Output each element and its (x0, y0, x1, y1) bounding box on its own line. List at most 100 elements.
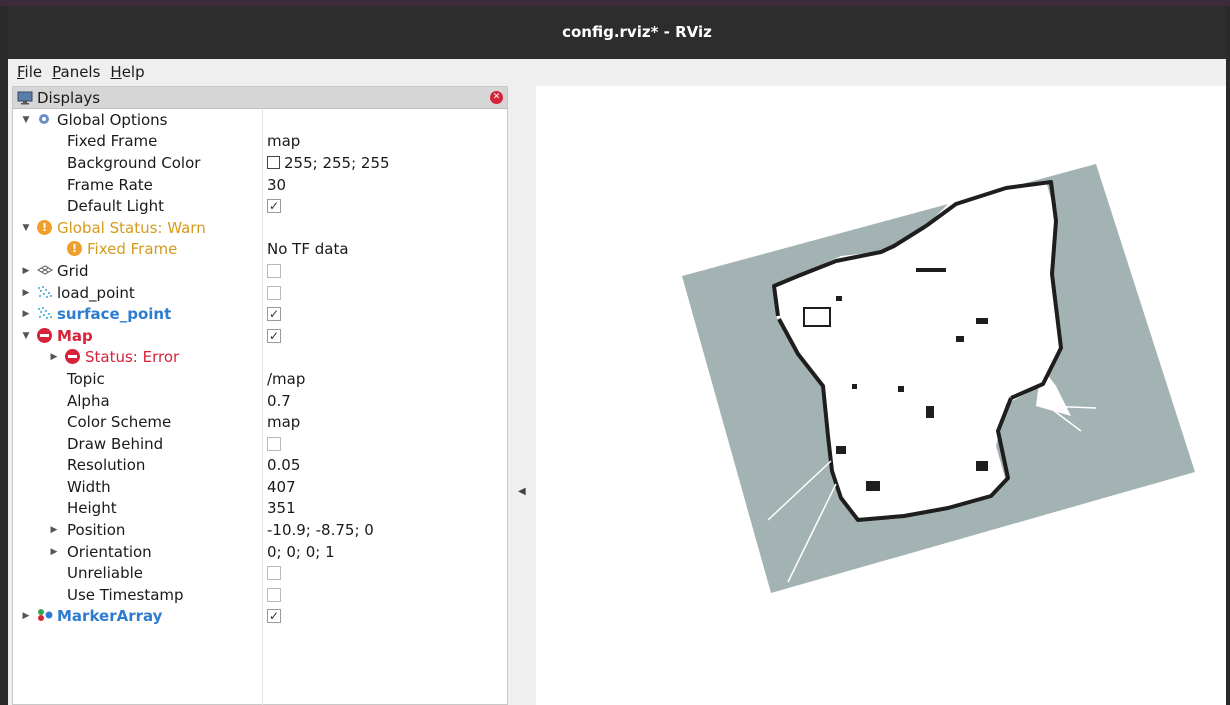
position-label: Position (67, 521, 126, 540)
default-light-checkbox[interactable]: ✓ (267, 199, 281, 214)
unreliable-checkbox[interactable] (267, 566, 281, 581)
tree-row-map-status[interactable]: ▶ Status: Error (13, 347, 507, 369)
render-viewport[interactable] (536, 86, 1226, 705)
fixed-frame-value[interactable]: map (267, 132, 300, 150)
tree-row-orientation[interactable]: ▶ Orientation 0; 0; 0; 1 (13, 541, 507, 563)
occupancy-map-view[interactable] (536, 86, 1226, 705)
fixed-frame-label: Fixed Frame (67, 132, 158, 151)
orientation-value[interactable]: 0; 0; 0; 1 (267, 543, 335, 561)
tree-row-map[interactable]: ▼ Map ✓ (13, 325, 507, 347)
tree-row-global-options[interactable]: ▼ Global Options (13, 109, 507, 131)
tree-row-frame-rate[interactable]: Frame Rate 30 (13, 174, 507, 196)
tree-row-alpha[interactable]: Alpha 0.7 (13, 390, 507, 412)
map-checkbox[interactable]: ✓ (267, 328, 281, 343)
frame-rate-value[interactable]: 30 (267, 176, 286, 194)
displays-panel-title: Displays (37, 88, 101, 107)
background-color-label: Background Color (67, 153, 201, 172)
menu-file[interactable]: File (12, 63, 47, 81)
displays-panel-header[interactable]: Displays ✕ (13, 87, 507, 109)
main-content: Displays ✕ ▼ Global Options Fixed Frame (8, 84, 1226, 705)
height-label: Height (67, 499, 117, 518)
collapse-arrow-icon[interactable]: ▶ (49, 547, 59, 557)
monitor-icon (17, 91, 33, 104)
tree-row-unreliable[interactable]: Unreliable (13, 562, 507, 584)
panel-splitter[interactable]: ◀ (508, 86, 536, 705)
use-timestamp-label: Use Timestamp (67, 585, 184, 604)
tree-row-draw-behind[interactable]: Draw Behind (13, 433, 507, 455)
tree-row-default-light[interactable]: Default Light ✓ (13, 195, 507, 217)
color-swatch[interactable] (267, 156, 280, 170)
color-scheme-value[interactable]: map (267, 413, 300, 431)
expand-arrow-icon[interactable]: ▼ (21, 223, 31, 233)
topic-value[interactable]: /map (267, 370, 305, 388)
tree-row-background-color[interactable]: Background Color 255; 255; 255 (13, 152, 507, 174)
map-status-label: Status: Error (85, 348, 180, 367)
error-icon (65, 349, 81, 365)
use-timestamp-checkbox[interactable] (267, 587, 281, 602)
tree-row-topic[interactable]: Topic /map (13, 368, 507, 390)
menu-panels[interactable]: Panels (47, 63, 105, 81)
warning-icon: ! (37, 219, 53, 236)
tree-row-grid[interactable]: ▶ Grid (13, 260, 507, 282)
tree-row-use-timestamp[interactable]: Use Timestamp (13, 584, 507, 606)
expand-arrow-icon[interactable]: ▼ (21, 115, 31, 125)
point-cloud-icon (37, 306, 53, 322)
global-status-label: Global Status: Warn (57, 218, 206, 237)
tree-row-marker-array[interactable]: ▶ MarkerArray ✓ (13, 606, 507, 628)
background-color-value[interactable]: 255; 255; 255 (284, 154, 390, 172)
collapse-arrow-icon[interactable]: ▶ (21, 611, 31, 621)
orientation-label: Orientation (67, 542, 152, 561)
gear-icon (37, 112, 53, 128)
status-fixed-frame-label: Fixed Frame (87, 240, 178, 259)
tree-row-status-fixed-frame[interactable]: ! Fixed Frame No TF data (13, 239, 507, 261)
tree-row-global-status[interactable]: ▼ ! Global Status: Warn (13, 217, 507, 239)
point-cloud-icon (37, 285, 53, 301)
collapse-arrow-icon[interactable]: ▶ (21, 266, 31, 276)
tree-row-resolution[interactable]: Resolution 0.05 (13, 455, 507, 477)
menu-bar: File Panels Help (8, 59, 1226, 84)
collapse-arrow-icon[interactable]: ▶ (21, 309, 31, 319)
surface-point-checkbox[interactable]: ✓ (267, 307, 281, 322)
window-title: config.rviz* - RViz (562, 23, 712, 41)
collapse-arrow-icon[interactable]: ▶ (21, 288, 31, 298)
load-point-label: load_point (57, 283, 135, 302)
menu-help[interactable]: Help (105, 63, 149, 81)
position-value[interactable]: -10.9; -8.75; 0 (267, 521, 374, 539)
tree-row-fixed-frame[interactable]: Fixed Frame map (13, 131, 507, 153)
color-scheme-label: Color Scheme (67, 413, 172, 432)
default-light-label: Default Light (67, 197, 165, 216)
warning-icon: ! (67, 241, 83, 257)
resolution-value: 0.05 (267, 456, 301, 475)
collapse-arrow-icon[interactable]: ▶ (49, 525, 59, 535)
alpha-value[interactable]: 0.7 (267, 392, 291, 410)
status-fixed-frame-value: No TF data (267, 240, 349, 259)
width-label: Width (67, 477, 111, 496)
tree-row-color-scheme[interactable]: Color Scheme map (13, 411, 507, 433)
panel-close-button[interactable]: ✕ (490, 91, 503, 104)
error-icon (37, 327, 53, 344)
grid-label: Grid (57, 261, 89, 280)
load-point-checkbox[interactable] (267, 285, 281, 300)
desktop-right-edge (1226, 6, 1230, 705)
marker-array-icon (37, 608, 53, 624)
tree-row-surface-point[interactable]: ▶ surface_point ✓ (13, 303, 507, 325)
collapse-left-icon[interactable]: ◀ (518, 486, 526, 497)
tree-row-height[interactable]: Height 351 (13, 498, 507, 520)
title-bar[interactable]: config.rviz* - RViz (8, 6, 1226, 59)
tree-row-position[interactable]: ▶ Position -10.9; -8.75; 0 (13, 519, 507, 541)
alpha-label: Alpha (67, 391, 110, 410)
global-options-label: Global Options (57, 110, 168, 129)
tree-row-load-point[interactable]: ▶ load_point (13, 282, 507, 304)
marker-array-label: MarkerArray (57, 607, 163, 626)
grid-icon (36, 263, 54, 279)
draw-behind-label: Draw Behind (67, 434, 164, 453)
grid-checkbox[interactable] (267, 263, 281, 278)
topic-label: Topic (67, 369, 105, 388)
tree-row-width[interactable]: Width 407 (13, 476, 507, 498)
collapse-arrow-icon[interactable]: ▶ (49, 352, 59, 362)
expand-arrow-icon[interactable]: ▼ (21, 331, 31, 341)
map-label: Map (57, 326, 93, 345)
desktop-left-edge (0, 6, 8, 705)
draw-behind-checkbox[interactable] (267, 436, 281, 451)
marker-array-checkbox[interactable]: ✓ (267, 609, 281, 624)
